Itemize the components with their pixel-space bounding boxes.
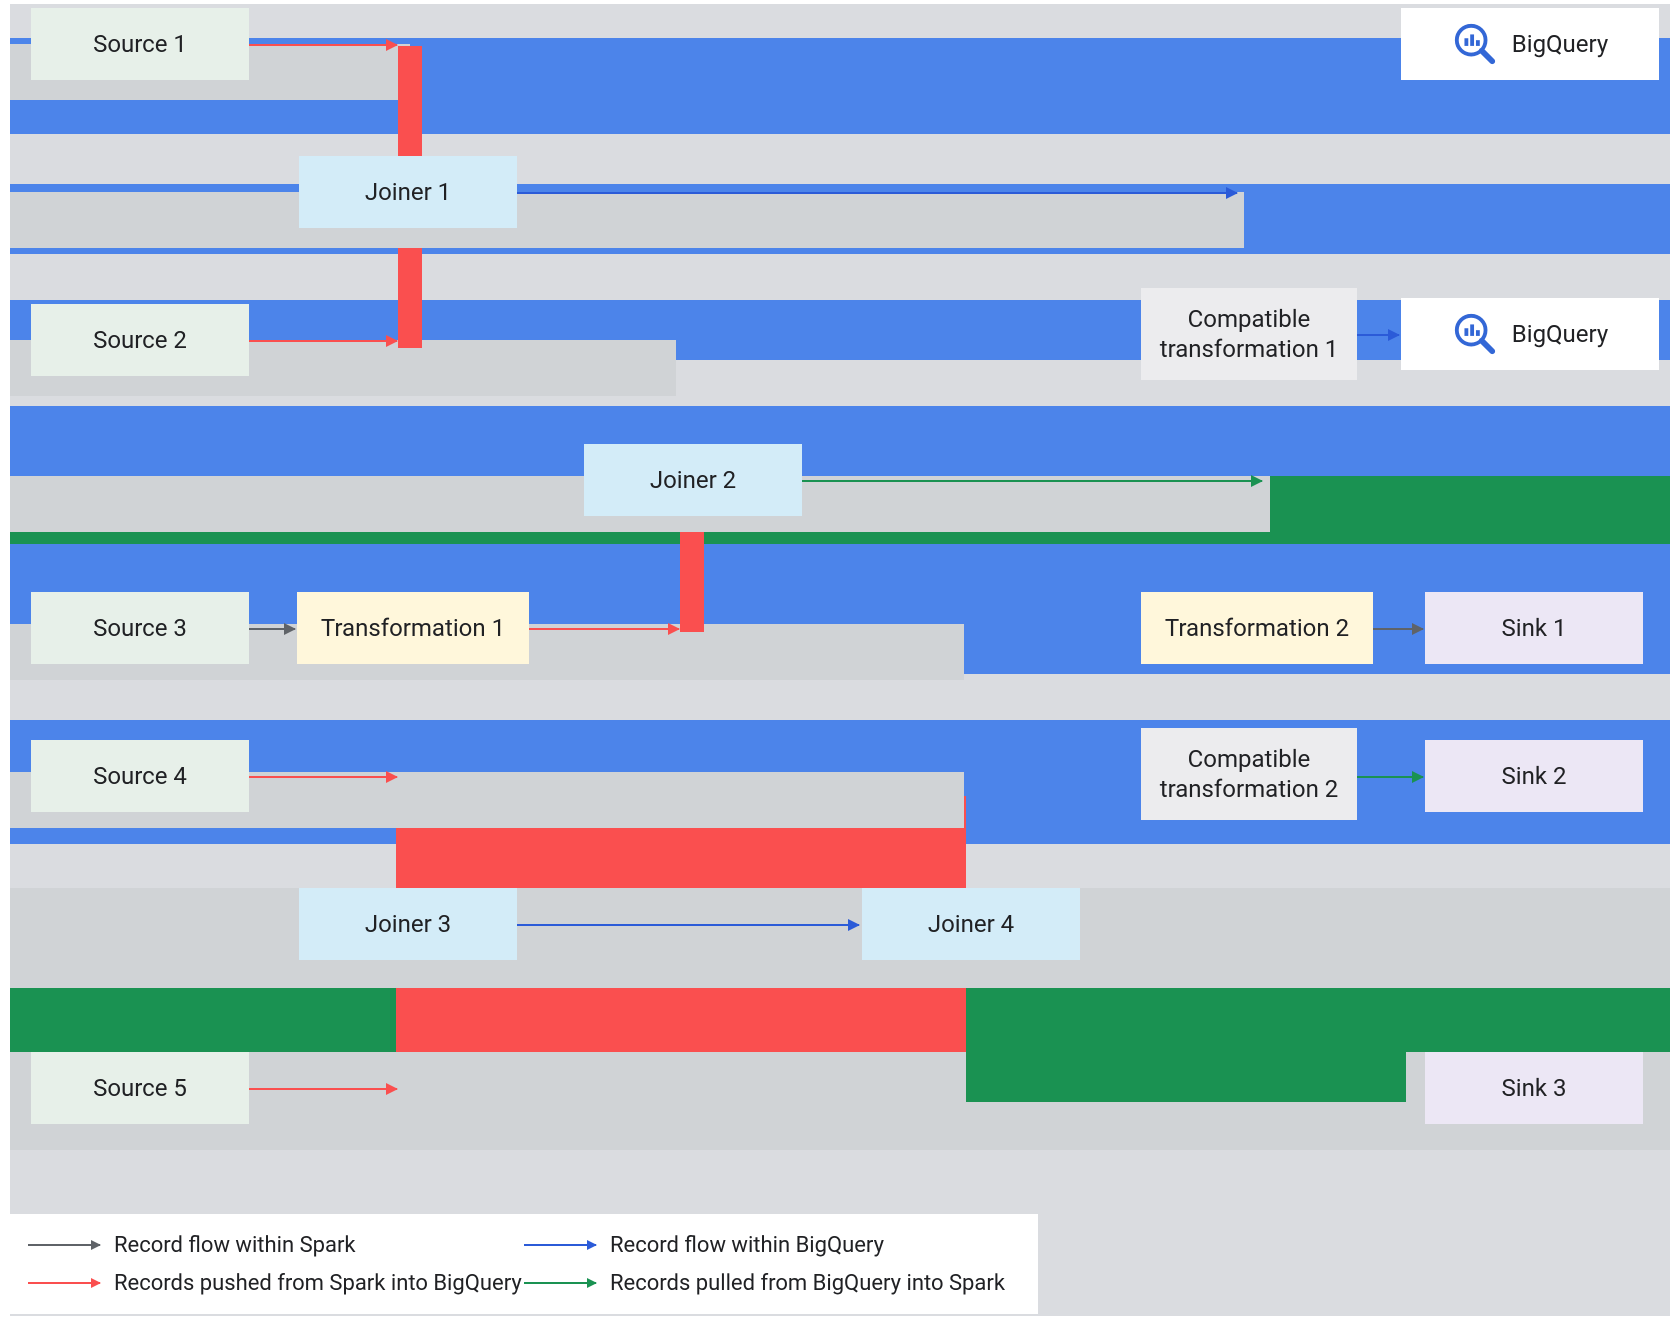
bigquery-icon (1452, 21, 1498, 67)
arrow-joiner3-to-joiner4 (517, 924, 859, 926)
label: Compatible transformation 2 (1160, 744, 1339, 804)
legend-item-spark: Record flow within Spark (28, 1233, 524, 1258)
node-sink-1: Sink 1 (1425, 592, 1643, 664)
legend-label: Record flow within BigQuery (610, 1233, 884, 1258)
flow-gray-band-8 (10, 1052, 1670, 1150)
node-source-3: Source 3 (31, 592, 249, 664)
node-bigquery-2: BigQuery (1401, 298, 1659, 370)
node-source-4: Source 4 (31, 740, 249, 812)
label: Sink 1 (1502, 614, 1567, 642)
arrow-source1-out (249, 44, 397, 46)
legend-item-bigquery: Record flow within BigQuery (524, 1233, 1020, 1258)
arrow-icon (28, 1244, 100, 1246)
label: Source 2 (93, 326, 187, 354)
red-conn-trans1-joiner2 (680, 532, 704, 632)
label: Compatible transformation 1 (1160, 304, 1339, 364)
arrow-source2-out (249, 340, 397, 342)
arrow-trans1-out (529, 628, 679, 630)
label: Source 3 (93, 614, 187, 642)
node-transformation-2: Transformation 2 (1141, 592, 1373, 664)
node-sink-3: Sink 3 (1425, 1052, 1643, 1124)
node-joiner-1: Joiner 1 (299, 156, 517, 228)
diagram-canvas: Source 1 BigQuery Joiner 1 Source 2 Comp… (10, 4, 1670, 1316)
arrow-joiner2-out (802, 480, 1262, 482)
label: Joiner 4 (928, 910, 1014, 938)
node-compatible-transformation-2: Compatible transformation 2 (1141, 728, 1357, 820)
arrow-icon (524, 1282, 596, 1284)
node-transformation-1: Transformation 1 (297, 592, 529, 664)
arrow-compat1-to-bq (1357, 334, 1399, 336)
legend-label: Record flow within Spark (114, 1233, 356, 1258)
label: Joiner 3 (365, 910, 451, 938)
legend-item-pull: Records pulled from BigQuery into Spark (524, 1271, 1020, 1296)
legend-label: Records pulled from BigQuery into Spark (610, 1271, 1005, 1296)
node-sink-2: Sink 2 (1425, 740, 1643, 812)
label: Joiner 1 (365, 178, 451, 206)
label: Sink 3 (1502, 1074, 1567, 1102)
arrow-compat2-to-sink2 (1357, 776, 1423, 778)
node-joiner-4: Joiner 4 (862, 888, 1080, 960)
arrow-source4-out (249, 776, 397, 778)
legend-label: Records pushed from Spark into BigQuery (114, 1271, 522, 1296)
band-joiner1-ext (10, 192, 1244, 248)
node-compatible-transformation-1: Compatible transformation 1 (1141, 288, 1357, 380)
legend: Record flow within Spark Record flow wit… (10, 1214, 1038, 1314)
node-joiner-3: Joiner 3 (299, 888, 517, 960)
label: Transformation 2 (1165, 614, 1349, 642)
node-bigquery-1: BigQuery (1401, 8, 1659, 80)
label: Source 4 (93, 762, 187, 790)
red-conn-src2-joiner1 (398, 248, 422, 348)
label: Sink 2 (1502, 762, 1567, 790)
arrow-trans2-to-sink1 (1373, 628, 1423, 630)
label: BigQuery (1512, 30, 1608, 58)
label: Source 5 (93, 1074, 187, 1102)
node-source-5: Source 5 (31, 1052, 249, 1124)
node-source-1: Source 1 (31, 8, 249, 80)
arrow-icon (524, 1244, 596, 1246)
arrow-source3-to-trans1 (249, 628, 295, 630)
flow-blue-band-4 (10, 406, 1670, 476)
flow-gray-band-7 (10, 888, 1670, 988)
legend-item-push: Records pushed from Spark into BigQuery (28, 1271, 524, 1296)
arrow-source5-out (249, 1088, 397, 1090)
label: BigQuery (1512, 320, 1608, 348)
label: Source 1 (93, 30, 187, 58)
arrow-icon (28, 1282, 100, 1284)
bigquery-icon (1452, 311, 1498, 357)
node-source-2: Source 2 (31, 304, 249, 376)
arrow-joiner1-out (517, 192, 1237, 194)
flow-green-band-3 (966, 1052, 1406, 1102)
label: Transformation 1 (321, 614, 505, 642)
node-joiner-2: Joiner 2 (584, 444, 802, 516)
label: Joiner 2 (650, 466, 736, 494)
